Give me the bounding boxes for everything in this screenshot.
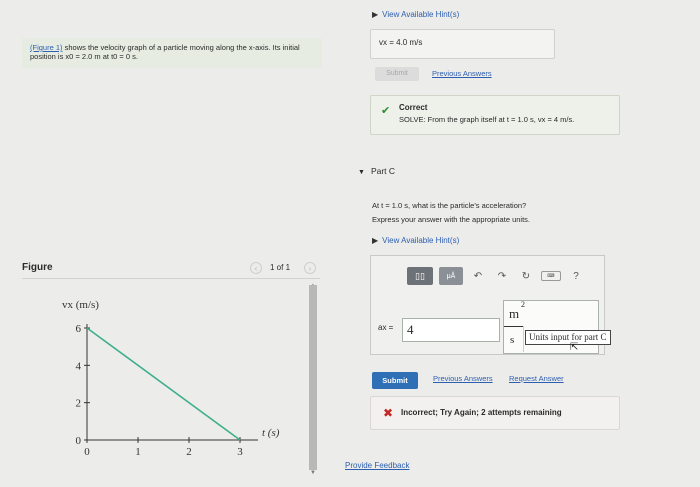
submit-button-part-b[interactable]: Submit (375, 67, 419, 81)
variable-label: ax = (378, 323, 394, 332)
x-axis-label: t (s) (262, 427, 280, 439)
check-icon: ✔ (381, 105, 391, 117)
velocity-graph: 0 2 4 6 0 1 2 3 vx (m/s) t (s) (62, 299, 280, 458)
incorrect-feedback-box: ✖ Incorrect; Try Again; 2 attempts remai… (370, 396, 620, 430)
problem-text: shows the velocity graph of a particle m… (30, 43, 300, 62)
provide-feedback-link[interactable]: Provide Feedback (345, 461, 409, 470)
part-c-question: At t = 1.0 s, what is the particle's acc… (372, 199, 530, 228)
part-c-header[interactable]: ▼ Part C (358, 166, 395, 176)
keyboard-icon[interactable]: ⌨ (541, 271, 561, 281)
previous-answers-link-part-b[interactable]: Previous Answers (432, 69, 492, 78)
y-tick-label: 2 (76, 398, 82, 410)
triangle-down-icon: ▼ (358, 169, 365, 176)
reset-icon[interactable]: ↻ (517, 267, 535, 285)
figure-link[interactable]: (Figure 1) (30, 43, 63, 52)
x-icon: ✖ (383, 406, 394, 420)
velocity-line (86, 327, 241, 441)
problem-statement: (Figure 1) shows the velocity graph of a… (22, 38, 322, 68)
triangle-right-icon: ▶ (372, 236, 379, 245)
unit-separator (523, 326, 524, 352)
x-tick-label: 1 (135, 446, 141, 458)
scroll-down-icon[interactable]: ▼ (309, 470, 317, 476)
correct-title: Correct (399, 103, 428, 112)
question-text: At t = 1.0 s, what is the particle's acc… (372, 201, 527, 210)
help-icon[interactable]: ? (567, 267, 585, 285)
x-tick-label: 2 (186, 446, 192, 458)
correct-feedback-box: ✔ Correct SOLVE: From the graph itself a… (370, 95, 620, 135)
instruction-text: Express your answer with the appropriate… (372, 215, 530, 225)
request-answer-link[interactable]: Request Answer (509, 374, 564, 383)
y-tick-label: 0 (76, 435, 82, 447)
templates-button[interactable]: ▯▯ (407, 267, 433, 285)
pager-text: 1 of 1 (270, 263, 291, 272)
value-input[interactable]: 4 (402, 318, 500, 342)
units-tooltip: Units input for part C (525, 330, 611, 345)
y-tick-label: 4 (76, 360, 82, 372)
unit-numerator: m (509, 306, 520, 321)
unit-denominator: s (510, 334, 515, 346)
fraction-line (504, 326, 524, 327)
y-axis-label: vx (m/s) (62, 299, 99, 311)
part-b-answer-display: vx = 4.0 m/s (370, 29, 555, 59)
triangle-right-icon: ▶ (372, 10, 379, 19)
undo-icon[interactable]: ↶ (469, 267, 487, 285)
math-toolbar: ▯▯ μÅ ↶ ↷ ↻ ⌨ ? (407, 266, 585, 286)
x-tick-label: 0 (84, 446, 90, 458)
figure-scrollbar[interactable] (309, 285, 317, 470)
y-tick-label: 6 (76, 323, 82, 335)
mouse-cursor-icon: ⇱ (570, 342, 579, 353)
correct-text: SOLVE: From the graph itself at t = 1.0 … (399, 115, 575, 124)
divider (22, 278, 320, 279)
submit-button-part-c[interactable]: Submit (372, 372, 418, 389)
view-hints-link-part-c[interactable]: ▶ View Available Hint(s) (372, 236, 459, 245)
chevron-right-icon[interactable]: › (304, 262, 316, 274)
view-hints-link-part-b[interactable]: ▶ View Available Hint(s) (372, 10, 459, 19)
symbols-button[interactable]: μÅ (439, 267, 463, 285)
previous-answers-link-part-c[interactable]: Previous Answers (433, 374, 493, 383)
x-tick-label: 3 (237, 446, 243, 458)
figure-label: Figure (22, 262, 53, 273)
chevron-left-icon[interactable]: ‹ (250, 262, 262, 274)
redo-icon[interactable]: ↷ (493, 267, 511, 285)
incorrect-text: Incorrect; Try Again; 2 attempts remaini… (401, 408, 562, 417)
unit-exponent: 2 (521, 300, 525, 309)
